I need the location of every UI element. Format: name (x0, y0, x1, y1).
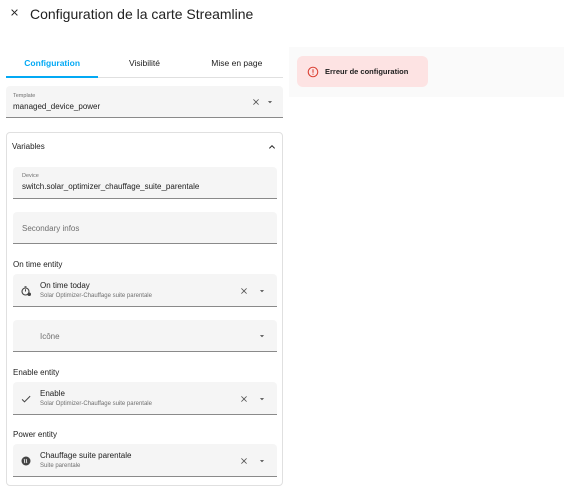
secondary-infos-placeholder: Secondary infos (22, 224, 80, 233)
power-entity-subtitle: Suite parentale (40, 463, 81, 469)
error-card: Erreur de configuration (297, 56, 428, 87)
dropdown-arrow-icon[interactable] (264, 96, 276, 108)
device-label: Device (22, 173, 39, 179)
power-entity-name: Chauffage suite parentale (40, 451, 132, 460)
on-time-entity-subtitle: Solar Optimizer-Chauffage suite parental… (40, 293, 152, 299)
dropdown-arrow-icon[interactable] (256, 285, 268, 297)
on-time-entity-picker[interactable]: On time today Solar Optimizer-Chauffage … (13, 274, 277, 307)
alert-circle-icon (306, 65, 319, 78)
dropdown-arrow-icon[interactable] (256, 330, 268, 342)
tab-mise-en-page[interactable]: Mise en page (191, 52, 283, 77)
variables-title: Variables (12, 142, 45, 151)
clear-icon[interactable] (250, 96, 262, 108)
enable-entity-name: Enable (40, 389, 65, 398)
clear-icon[interactable] (238, 285, 250, 297)
tab-configuration[interactable]: Configuration (6, 52, 99, 78)
dialog-header: Configuration de la carte Streamline (0, 0, 564, 30)
power-entity-picker[interactable]: Chauffage suite parentale Suite parental… (13, 444, 277, 477)
device-field[interactable]: Device switch.solar_optimizer_chauffage_… (13, 167, 277, 199)
dropdown-arrow-icon[interactable] (256, 455, 268, 467)
tab-visibilite[interactable]: Visibilité (98, 52, 190, 77)
clear-icon[interactable] (238, 455, 250, 467)
dialog-title: Configuration de la carte Streamline (30, 6, 254, 22)
enable-entity-picker[interactable]: Enable Solar Optimizer-Chauffage suite p… (13, 382, 277, 415)
on-time-entity-name: On time today (40, 281, 90, 290)
chevron-up-icon[interactable] (265, 140, 279, 154)
enable-entity-subtitle: Solar Optimizer-Chauffage suite parental… (40, 401, 152, 407)
template-value: managed_device_power (13, 102, 101, 111)
clear-icon[interactable] (238, 393, 250, 405)
power-entity-label: Power entity (13, 430, 58, 439)
template-label: Template (13, 93, 36, 99)
check-icon (19, 392, 33, 406)
secondary-infos-field[interactable]: Secondary infos (13, 212, 277, 244)
on-time-entity-label: On time entity (13, 260, 63, 269)
device-value: switch.solar_optimizer_chauffage_suite_p… (22, 182, 200, 191)
close-button[interactable] (3, 3, 25, 25)
dropdown-arrow-icon[interactable] (256, 393, 268, 405)
radiator-icon (19, 454, 33, 468)
tab-bar: Configuration Visibilité Mise en page (6, 52, 283, 78)
timer-cog-icon (19, 284, 33, 298)
icon-picker[interactable]: Icône (13, 320, 277, 352)
enable-entity-label: Enable entity (13, 368, 60, 377)
close-icon (9, 5, 20, 23)
icon-picker-placeholder: Icône (40, 332, 60, 341)
template-select[interactable]: Template managed_device_power (6, 86, 283, 118)
error-message: Erreur de configuration (325, 67, 409, 76)
